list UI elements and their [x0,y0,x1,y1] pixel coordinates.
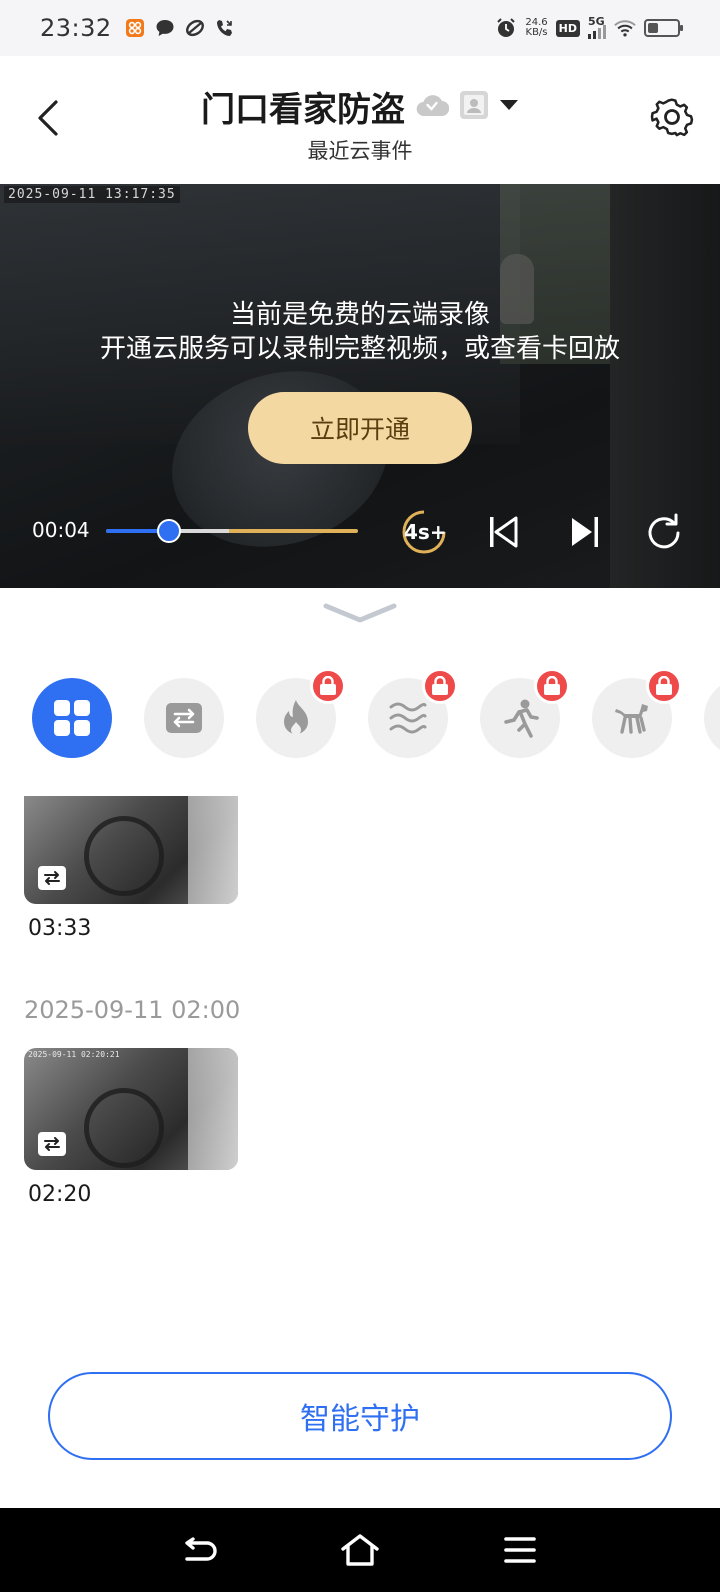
dropdown-arrow-icon [499,97,519,116]
cellular-signal-icon: 5G [588,15,606,39]
nav-menu-button[interactable] [498,1528,542,1572]
network-speed: 24.6 KB/s [525,17,548,38]
playback-controls: 00:04 4s+ [0,500,720,560]
filter-all[interactable] [32,678,112,758]
replay-button[interactable] [640,508,688,556]
event-time: 03:33 [28,916,92,941]
home-icon [341,1534,379,1566]
event-thumbnail[interactable] [24,796,238,904]
skip-previous-icon [490,516,518,548]
system-nav-bar [0,1508,720,1592]
dog-icon [615,704,648,734]
free-cloud-message: 当前是免费的云端录像 开通云服务可以录制完整视频，或查看卡回放 [99,300,620,364]
alarm-clock-icon [495,17,517,39]
header: 门口看家防盗 最近云事件 [0,56,720,184]
filter-motion[interactable] [144,678,224,758]
event-item[interactable]: 2025-09-11 02:20:21 02:20 [24,1048,238,1207]
filter-person[interactable] [480,668,570,758]
menu-icon [504,1537,536,1563]
video-timestamp-osd: 2025-09-11 13:17:35 [4,186,180,203]
event-time: 02:20 [28,1182,92,1207]
thumbnail-timestamp-osd: 2025-09-11 02:20:21 [28,1050,120,1059]
event-item[interactable]: 03:33 [24,796,238,941]
wifi-icon [614,17,636,39]
filter-more[interactable] [704,678,720,758]
refresh-icon [648,513,680,549]
filter-pet[interactable] [592,668,682,758]
nav-back-button[interactable] [178,1528,222,1572]
settings-button[interactable] [648,94,696,142]
current-time: 00:04 [32,518,90,542]
skip-next-icon [572,517,598,547]
swap-icon [44,871,60,885]
video-player[interactable]: 2025-09-11 13:17:35 当前是免费的云端录像 开通云服务可以录制… [0,184,720,588]
grid-icon [54,700,90,736]
previous-button[interactable] [480,508,528,556]
open-now-button[interactable]: 立即开通 [248,392,472,464]
chat-bubble-icon [154,17,176,39]
locked-badge [534,668,570,704]
lock-icon [656,676,672,695]
locked-badge [310,668,346,704]
lock-icon [544,676,560,695]
locked-badge [422,668,458,704]
lock-icon [320,676,336,695]
page-subtitle: 最近云事件 [307,139,413,163]
status-bar: 23:32 24.6 KB/s HD 5G [0,0,720,56]
battery-icon [644,19,683,37]
progress-slider-handle[interactable] [157,519,181,543]
motion-badge [38,866,66,890]
nav-home-button[interactable] [338,1528,382,1572]
app-notification-icon [124,17,146,39]
page-title: 门口看家防盗 [201,90,405,130]
filter-smoke[interactable] [368,668,458,758]
link-icon [184,17,206,39]
event-thumbnail[interactable]: 2025-09-11 02:20:21 [24,1048,238,1170]
lock-icon [432,676,448,695]
back-arrow-icon [185,1537,217,1561]
waves-icon [389,702,427,734]
group-date-header: 2025-09-11 02:00 [24,996,241,1024]
skip-forward-4s-button[interactable]: 4s+ [400,508,448,556]
locked-badge [646,668,682,704]
motion-badge [38,1132,66,1156]
running-person-icon [504,699,539,738]
chevron-down-icon [323,603,397,623]
user-badge-icon [459,90,489,124]
filter-fire[interactable] [256,668,346,758]
swap-icon [44,1137,60,1151]
collapse-handle[interactable] [320,600,400,626]
hd-badge: HD [555,19,580,37]
cloud-status-icon [415,92,450,122]
next-button[interactable] [560,508,608,556]
gear-icon [650,98,694,137]
fire-icon [284,700,308,735]
status-time: 23:32 [40,14,112,42]
device-selector[interactable]: 门口看家防盗 [201,82,519,131]
smart-guard-button[interactable]: 智能守护 [48,1372,672,1460]
missed-call-icon [214,17,236,39]
event-filter-bar [0,660,720,770]
swap-icon [166,703,202,733]
